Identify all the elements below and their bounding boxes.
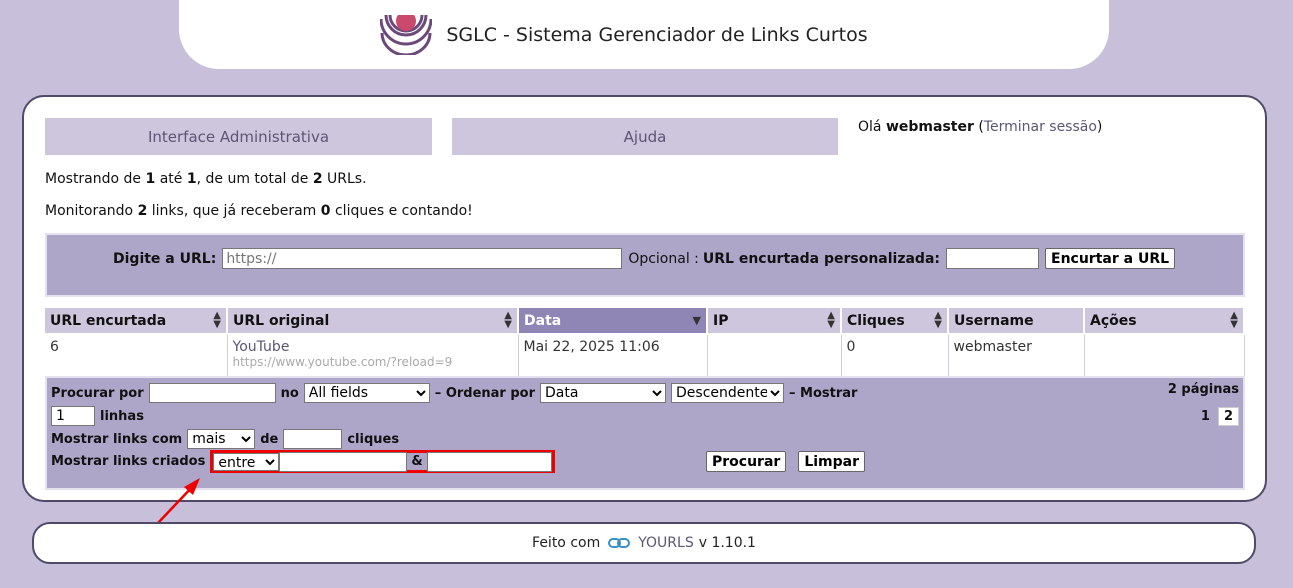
- ip-cell: [707, 334, 842, 377]
- url-address[interactable]: https://www.youtube.com/?reload=9: [233, 355, 513, 369]
- main-panel: Interface Administrativa Ajuda Olá webma…: [22, 95, 1267, 502]
- rows-per-page-input[interactable]: [51, 406, 95, 426]
- col-ip[interactable]: IP ▲ ▼: [707, 308, 842, 335]
- sort-icon: ▲ ▼: [934, 310, 942, 330]
- clear-button[interactable]: Limpar: [798, 451, 865, 472]
- date-range-highlight: entre &: [210, 450, 555, 473]
- link-chain-icon: [608, 538, 631, 548]
- greeting: Olá: [858, 119, 882, 135]
- clicks-input[interactable]: [283, 429, 343, 449]
- search-button[interactable]: Procurar: [706, 451, 787, 472]
- date-end-input[interactable]: [426, 451, 552, 472]
- pages-count: 2 páginas: [1167, 382, 1239, 397]
- de-label: de: [260, 431, 279, 447]
- chevron-down-icon: ▼: [692, 314, 701, 327]
- footer: Feito com YOURLS v 1.10.1: [32, 522, 1256, 564]
- col-original-url[interactable]: URL original ▲ ▼: [227, 308, 519, 335]
- amp-label: &: [411, 454, 423, 469]
- clicks-unit-label: cliques: [347, 431, 400, 447]
- short-url-cell[interactable]: 6: [45, 334, 228, 377]
- footer-made-with: Feito com: [532, 535, 601, 551]
- keyword-label: URL encurtada personalizada:: [702, 250, 941, 267]
- optional-label: Opcional :: [628, 250, 699, 267]
- nav-admin-interface[interactable]: Interface Administrativa: [45, 118, 432, 155]
- sort-icon: ▲ ▼: [504, 310, 512, 330]
- page-link-1[interactable]: 1: [1201, 409, 1210, 424]
- yourls-link[interactable]: YOURLS: [638, 535, 693, 551]
- sort-icon: ▲ ▼: [827, 310, 835, 330]
- pagination: 1 2: [1193, 407, 1239, 426]
- page-title: SGLC - Sistema Gerenciador de Links Curt…: [446, 23, 868, 46]
- shorten-button[interactable]: Encurtar a URL: [1045, 248, 1176, 269]
- logout-link[interactable]: Terminar sessão: [984, 119, 1097, 135]
- url-input[interactable]: [222, 248, 623, 269]
- date-op-select[interactable]: entre: [213, 452, 280, 471]
- search-field-select[interactable]: All fields: [303, 383, 430, 403]
- url-title[interactable]: YouTube: [233, 339, 513, 355]
- created-filter-label: Mostrar links criados: [51, 454, 206, 469]
- table-row: 6 YouTube https://www.youtube.com/?reloa…: [45, 334, 1245, 377]
- show-label: – Mostrar: [789, 385, 858, 401]
- rows-label: linhas: [100, 408, 144, 424]
- username-cell: webmaster: [948, 334, 1085, 377]
- url-label: Digite a URL:: [113, 250, 217, 267]
- order-direction-select[interactable]: Descendente: [671, 383, 785, 403]
- links-table: URL encurtada ▲ ▼ URL original ▲ ▼ Data ▼ IP ▲…: [45, 308, 1245, 377]
- order-label: – Ordenar por: [434, 385, 536, 401]
- order-by-select[interactable]: Data: [540, 383, 667, 403]
- version-label: v 1.10.1: [698, 535, 756, 551]
- col-short-url[interactable]: URL encurtada ▲ ▼: [45, 308, 228, 335]
- actions-cell: [1084, 334, 1245, 377]
- header: SGLC - Sistema Gerenciador de Links Curt…: [179, 0, 1109, 69]
- clicks-op-select[interactable]: mais: [187, 429, 256, 449]
- col-clicks[interactable]: Cliques ▲ ▼: [841, 308, 949, 335]
- search-label: Procurar por: [51, 385, 144, 401]
- col-actions[interactable]: Ações ▲ ▼: [1084, 308, 1245, 335]
- col-username[interactable]: Username: [948, 308, 1085, 335]
- date-cell: Mai 22, 2025 11:06: [518, 334, 708, 377]
- new-url-form: Digite a URL: Opcional : URL encurtada p…: [45, 233, 1245, 297]
- username: webmaster: [885, 119, 974, 135]
- keyword-input[interactable]: [946, 248, 1040, 269]
- nav-help[interactable]: Ajuda: [452, 118, 838, 155]
- monitoring-stats: Monitorando 2 links, que já receberam 0 …: [45, 203, 473, 219]
- sort-icon: ▲ ▼: [1230, 310, 1238, 330]
- clicks-cell: 0: [841, 334, 949, 377]
- user-info: Olá webmaster (Terminar sessão): [858, 119, 1103, 135]
- sort-icon: ▲ ▼: [213, 310, 221, 330]
- col-date[interactable]: Data ▼: [518, 308, 708, 335]
- showing-stats: Mostrando de 1 até 1, de um total de 2 U…: [45, 171, 367, 187]
- page-current-2: 2: [1217, 407, 1239, 426]
- filter-panel: Procurar por no All fields – Ordenar por…: [45, 376, 1245, 490]
- search-input[interactable]: [148, 383, 276, 403]
- clicks-filter-label: Mostrar links com: [51, 431, 183, 447]
- university-logo: [380, 14, 433, 55]
- date-start-input[interactable]: [279, 451, 408, 472]
- in-label: no: [280, 385, 299, 401]
- original-url-cell: YouTube https://www.youtube.com/?reload=…: [227, 334, 519, 377]
